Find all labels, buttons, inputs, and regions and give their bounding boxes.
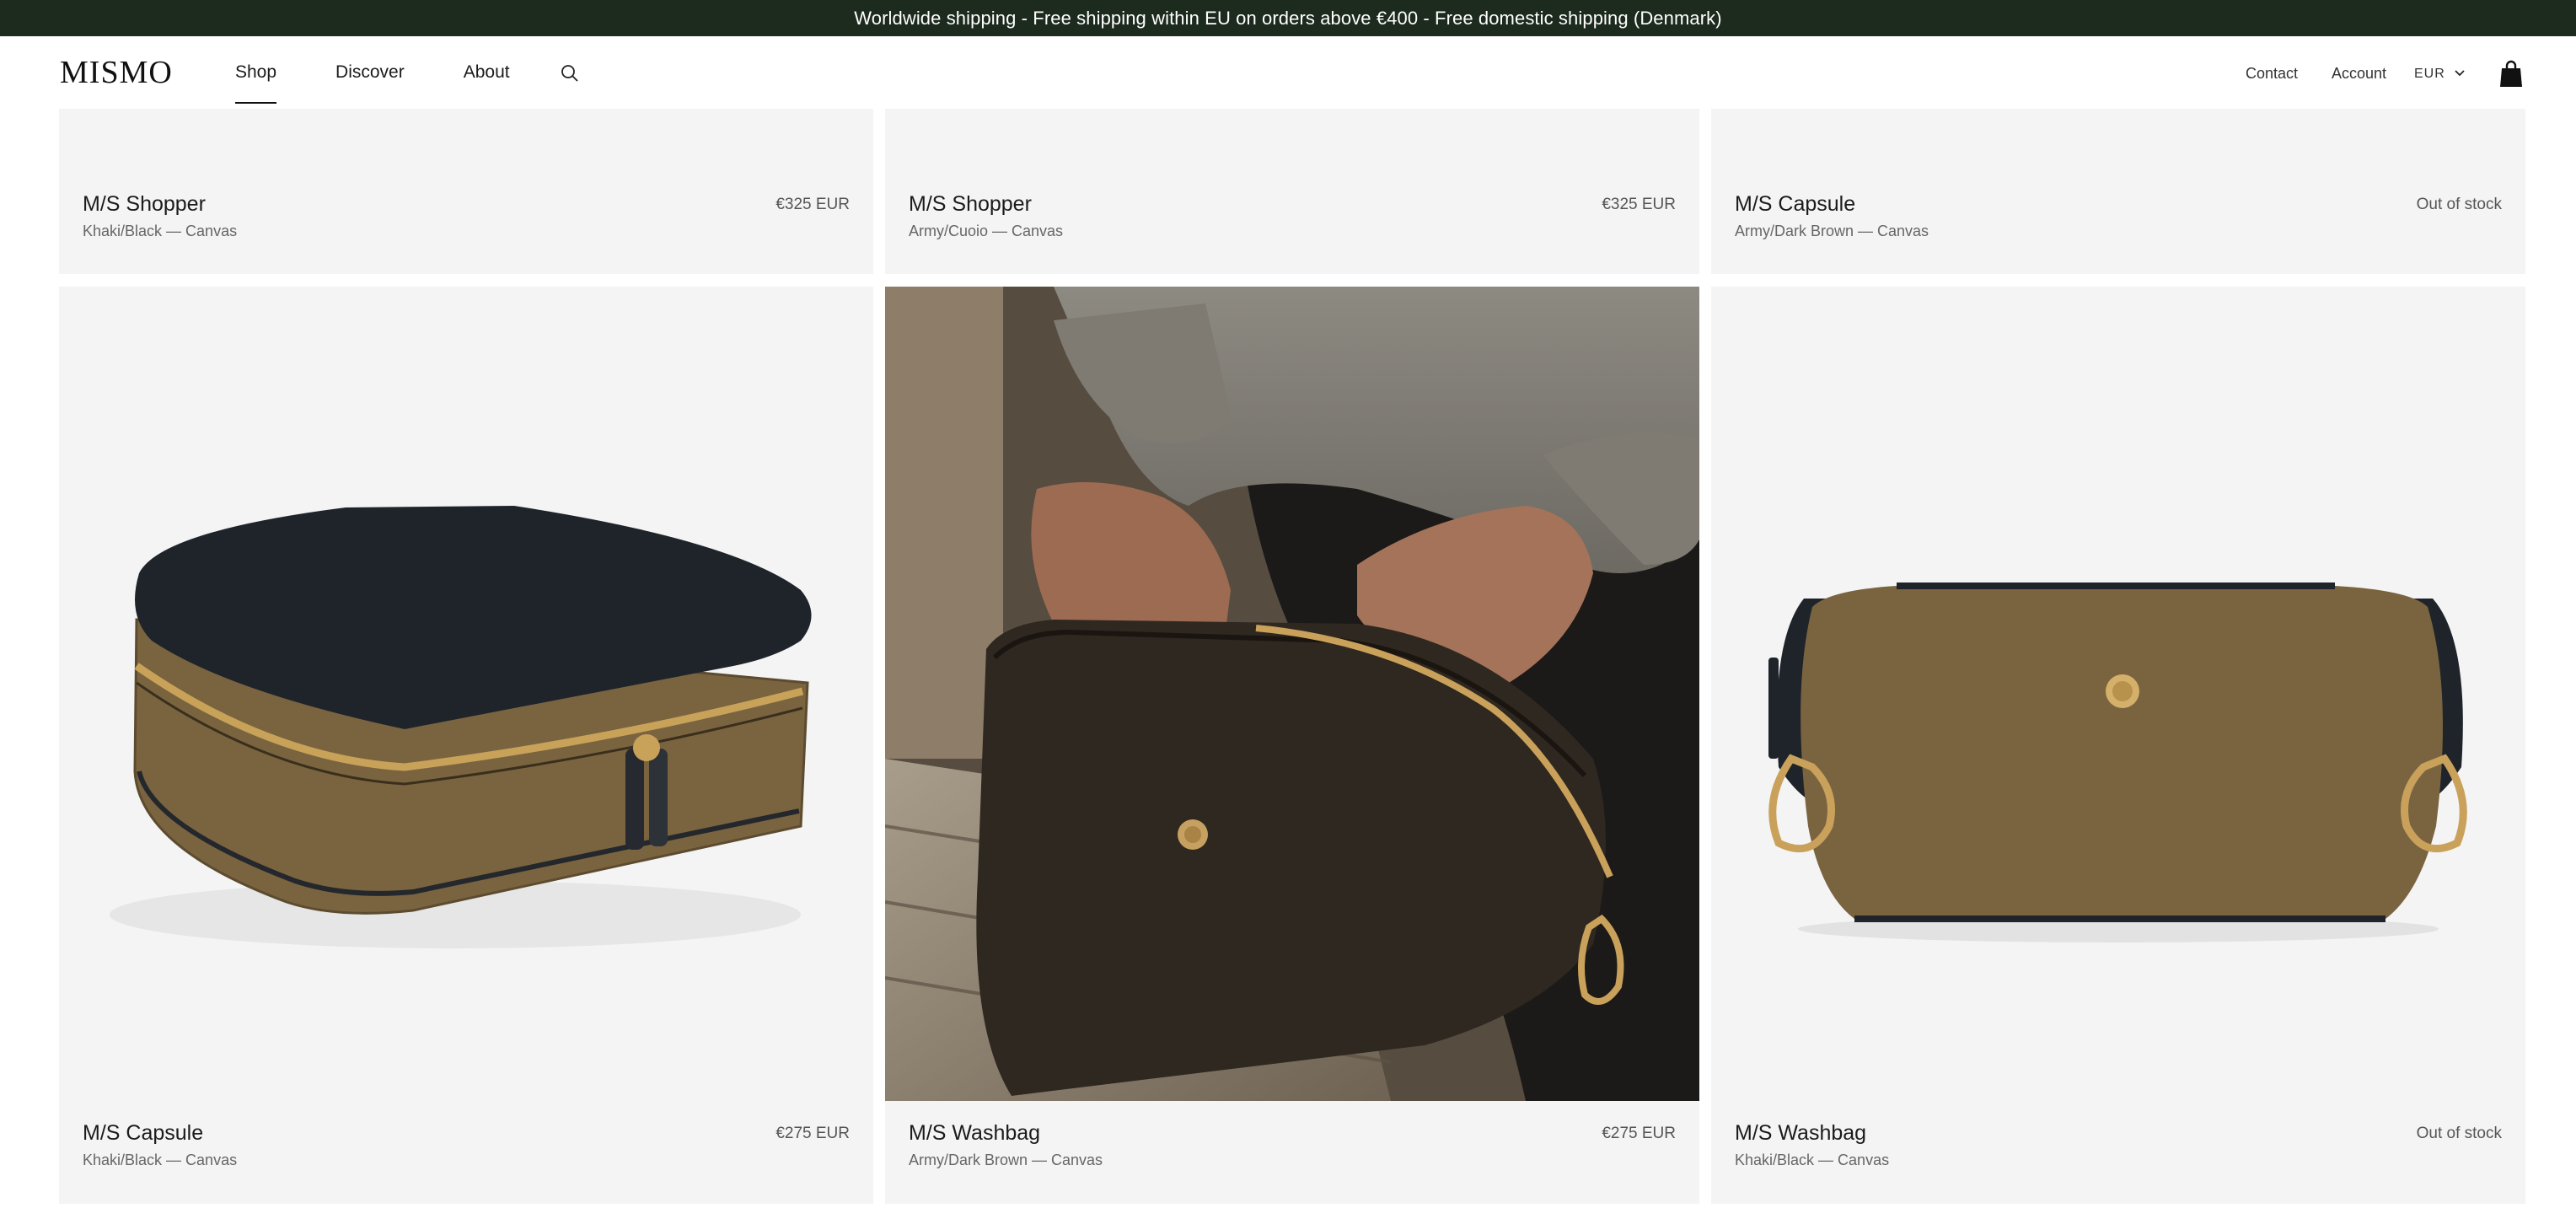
contact-link[interactable]: Contact (2246, 65, 2298, 83)
search-icon[interactable] (560, 63, 580, 83)
product-name[interactable]: M/S Capsule (83, 1121, 203, 1146)
product-price: €325 EUR (1602, 196, 1676, 213)
product-name[interactable]: M/S Capsule (1735, 192, 1855, 217)
product-variant: Khaki/Black — Canvas (83, 223, 238, 239)
currency-selector[interactable]: EUR (2414, 67, 2466, 82)
product-variant: Khaki/Black — Canvas (1735, 1152, 1890, 1168)
shopping-bag-icon[interactable] (2498, 60, 2524, 89)
product-name[interactable]: M/S Shopper (909, 192, 1032, 217)
product-card[interactable]: M/S Capsule Out of stock Army/Dark Brown… (1711, 109, 2525, 274)
product-card[interactable]: M/S Capsule €275 EUR Khaki/Black — Canva… (59, 287, 873, 1204)
product-variant: Khaki/Black — Canvas (83, 1152, 238, 1168)
product-card[interactable]: M/S Shopper €325 EUR Khaki/Black — Canva… (59, 109, 873, 274)
nav-shop[interactable]: Shop (235, 36, 277, 109)
site-header: MISMO Shop Discover About Contact Accoun… (0, 36, 2576, 109)
product-image-capsule[interactable] (59, 287, 873, 1101)
product-name[interactable]: M/S Washbag (1735, 1121, 1866, 1146)
product-name[interactable]: M/S Shopper (83, 192, 206, 217)
account-link[interactable]: Account (2332, 65, 2386, 83)
product-image-washbag[interactable] (1711, 287, 2525, 1101)
product-card[interactable]: M/S Shopper €325 EUR Army/Cuoio — Canvas (885, 109, 1699, 274)
product-card[interactable]: M/S Washbag Out of stock Khaki/Black — C… (1711, 287, 2525, 1204)
product-card[interactable]: M/S Washbag €275 EUR Army/Dark Brown — C… (885, 287, 1699, 1204)
site-logo[interactable]: MISMO (60, 54, 173, 91)
product-variant: Army/Cuoio — Canvas (909, 223, 1064, 239)
product-price: €325 EUR (775, 196, 850, 213)
product-price: €275 EUR (1602, 1125, 1676, 1142)
announcement-text: Worldwide shipping - Free shipping withi… (854, 7, 1722, 29)
nav-discover[interactable]: Discover (335, 36, 405, 109)
product-name[interactable]: M/S Washbag (909, 1121, 1040, 1146)
stock-status: Out of stock (2416, 196, 2502, 213)
nav-about[interactable]: About (464, 36, 510, 109)
currency-value: EUR (2414, 67, 2445, 81)
stock-status: Out of stock (2416, 1125, 2502, 1142)
announcement-bar: Worldwide shipping - Free shipping withi… (0, 0, 2576, 36)
product-variant: Army/Dark Brown — Canvas (909, 1152, 1103, 1168)
product-price: €275 EUR (775, 1125, 850, 1142)
chevron-down-icon (2454, 67, 2466, 82)
product-variant: Army/Dark Brown — Canvas (1735, 223, 1929, 239)
main-nav: Shop Discover About (235, 36, 510, 109)
product-image-washbag-lifestyle[interactable] (885, 287, 1699, 1101)
